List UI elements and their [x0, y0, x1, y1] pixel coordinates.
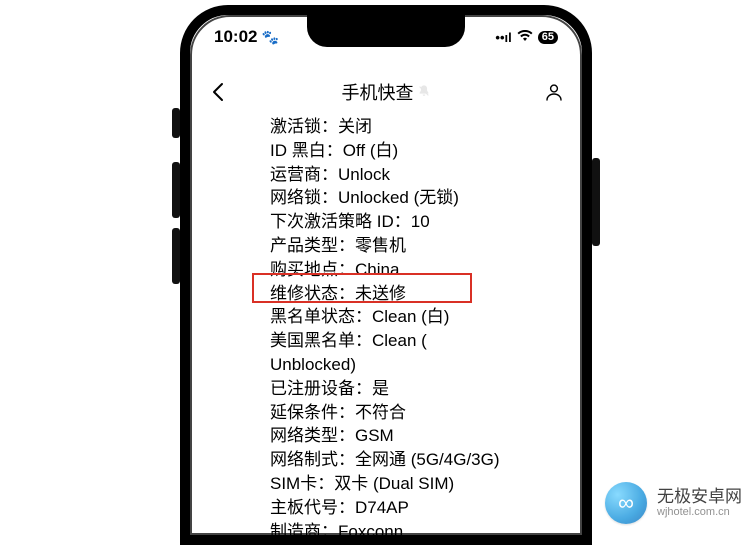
- info-label: 产品类型: [270, 236, 338, 255]
- content-area[interactable]: 激活锁：关闭ID 黑白：Off (白)运营商：Unlock网络锁：Unlocke…: [190, 115, 582, 535]
- info-label: 下次激活策略 ID: [270, 212, 394, 231]
- battery-icon: 65: [538, 31, 558, 44]
- info-value: 双卡 (Dual SIM): [334, 474, 454, 493]
- phone-volume-up: [172, 162, 180, 218]
- info-label: ID 黑白: [270, 141, 326, 160]
- info-row: 下次激活策略 ID：10: [270, 210, 572, 234]
- info-row: 产品类型：零售机: [270, 234, 572, 258]
- info-value: GSM: [355, 426, 394, 445]
- back-button[interactable]: [206, 80, 230, 104]
- info-list: 激活锁：关闭ID 黑白：Off (白)运营商：Unlock网络锁：Unlocke…: [200, 115, 572, 535]
- info-row: 已注册设备：是: [270, 377, 572, 401]
- info-label: 制造商: [270, 522, 321, 535]
- watermark-text: 无极安卓网 wjhotel.com.cn: [657, 487, 742, 519]
- info-row: 主板代号：D74AP: [270, 496, 572, 520]
- info-row: 购买地点：China: [270, 258, 572, 282]
- page-title: 手机快查: [342, 79, 431, 105]
- info-value: 关闭: [338, 117, 372, 136]
- info-row: ID 黑白：Off (白): [270, 139, 572, 163]
- info-label: 延保条件: [270, 403, 338, 422]
- info-label: 网络制式: [270, 450, 338, 469]
- info-value: Clean (白): [372, 307, 449, 326]
- info-row: 制造商：Foxconn: [270, 520, 572, 535]
- phone-volume-down: [172, 228, 180, 284]
- phone-power-button: [592, 158, 600, 246]
- bell-mute-icon: [417, 84, 431, 101]
- info-row: SIM卡：双卡 (Dual SIM): [270, 472, 572, 496]
- info-value: China: [355, 260, 399, 279]
- profile-icon: [544, 82, 564, 102]
- info-label: 网络锁: [270, 188, 321, 207]
- info-label: 运营商: [270, 165, 321, 184]
- nav-bar: 手机快查: [190, 70, 582, 114]
- info-label: 已注册设备: [270, 379, 355, 398]
- page-title-text: 手机快查: [342, 79, 414, 105]
- info-value: Unlocked (无锁): [338, 188, 459, 207]
- info-value: Foxconn: [338, 522, 403, 535]
- info-label: 购买地点: [270, 260, 338, 279]
- status-left: 10:02 🐾: [214, 27, 279, 47]
- info-value: 零售机: [355, 236, 406, 255]
- phone-frame: 10:02 🐾 ••ıl 65 手机快查 激活锁：关闭ID 黑白：Off (白)…: [180, 5, 592, 545]
- info-value: 未送修: [355, 284, 406, 303]
- info-row: 网络锁：Unlocked (无锁): [270, 186, 572, 210]
- info-row: 网络制式：全网通 (5G/4G/3G): [270, 448, 572, 472]
- phone-silent-switch: [172, 108, 180, 138]
- watermark-logo-icon: ∞: [605, 482, 647, 524]
- info-value: Unlock: [338, 165, 390, 184]
- info-value: 是: [372, 379, 389, 398]
- info-row: 激活锁：关闭: [270, 115, 572, 139]
- status-time: 10:02: [214, 27, 257, 47]
- battery-level: 65: [542, 32, 554, 43]
- profile-button[interactable]: [542, 80, 566, 104]
- info-value: Off (白): [343, 141, 398, 160]
- info-label: 网络类型: [270, 426, 338, 445]
- status-bar: 10:02 🐾 ••ıl 65: [190, 23, 582, 51]
- info-row: 美国黑名单：Clean ( Unblocked): [270, 329, 510, 377]
- info-label: 激活锁: [270, 117, 321, 136]
- info-row: 黑名单状态：Clean (白): [270, 305, 572, 329]
- watermark-url: wjhotel.com.cn: [657, 506, 742, 519]
- status-right: ••ıl 65: [495, 30, 558, 45]
- signal-icon: ••ıl: [495, 30, 511, 45]
- info-value: 全网通 (5G/4G/3G): [355, 450, 500, 469]
- info-row: 维修状态：未送修: [270, 282, 572, 306]
- paw-icon: 🐾: [261, 29, 278, 46]
- info-row: 网络类型：GSM: [270, 424, 572, 448]
- info-row: 延保条件：不符合: [270, 401, 572, 425]
- info-value: 10: [411, 212, 430, 231]
- watermark-title: 无极安卓网: [657, 487, 742, 507]
- info-label: SIM卡: [270, 474, 317, 493]
- watermark: ∞ 无极安卓网 wjhotel.com.cn: [605, 482, 742, 524]
- info-row: 运营商：Unlock: [270, 163, 572, 187]
- wifi-icon: [517, 30, 533, 45]
- watermark-logo-glyph: ∞: [618, 490, 634, 516]
- info-label: 主板代号: [270, 498, 338, 517]
- info-value: 不符合: [355, 403, 406, 422]
- info-label: 美国黑名单: [270, 331, 355, 350]
- info-value: D74AP: [355, 498, 409, 517]
- info-label: 维修状态: [270, 284, 338, 303]
- chevron-left-icon: [211, 82, 225, 102]
- info-label: 黑名单状态: [270, 307, 355, 326]
